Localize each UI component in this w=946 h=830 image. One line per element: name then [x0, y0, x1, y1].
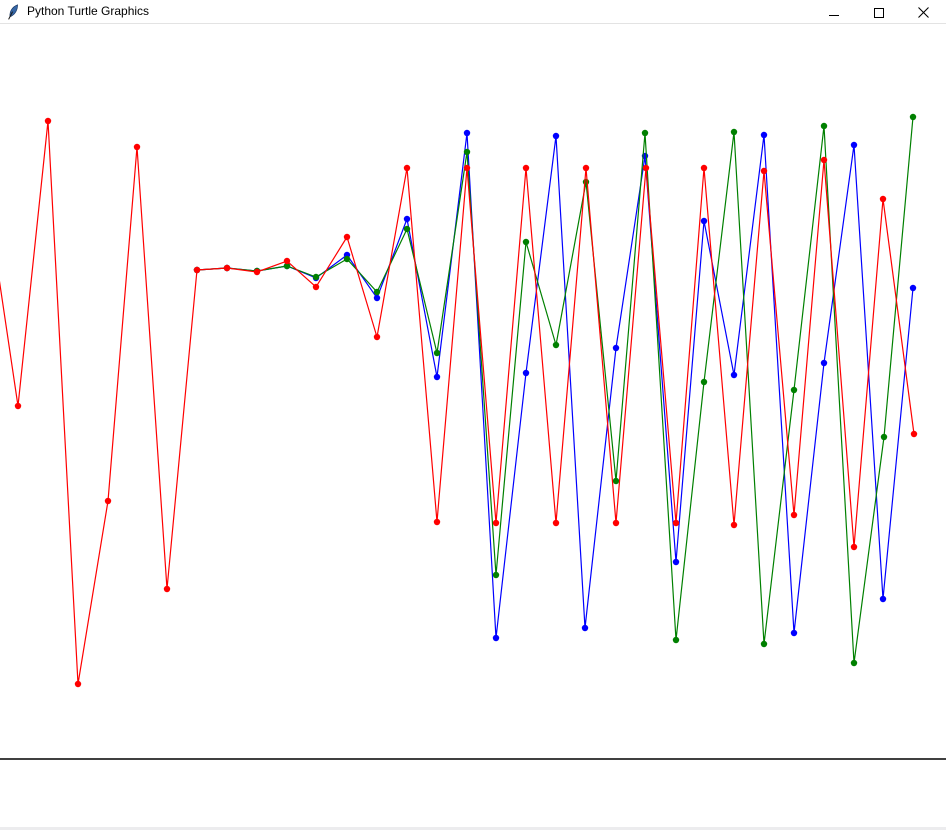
- red-data-point: [643, 165, 649, 171]
- close-button[interactable]: [901, 0, 946, 23]
- red-data-point: [313, 284, 319, 290]
- red-data-point: [791, 512, 797, 518]
- green-data-point: [553, 342, 559, 348]
- blue-data-point: [493, 635, 499, 641]
- blue-data-point: [582, 625, 588, 631]
- green-data-point: [761, 641, 767, 647]
- blue-data-point: [821, 360, 827, 366]
- blue-series-line: [197, 133, 913, 638]
- green-data-point: [910, 114, 916, 120]
- red-data-point: [523, 165, 529, 171]
- green-series-line: [197, 117, 913, 663]
- green-data-point: [673, 637, 679, 643]
- blue-data-point: [731, 372, 737, 378]
- window-title: Python Turtle Graphics: [27, 0, 149, 23]
- green-data-point: [791, 387, 797, 393]
- green-data-point: [374, 289, 380, 295]
- red-data-point: [105, 498, 111, 504]
- red-data-point: [15, 403, 21, 409]
- green-data-point: [701, 379, 707, 385]
- red-data-point: [731, 522, 737, 528]
- red-data-point: [404, 165, 410, 171]
- green-data-point: [731, 129, 737, 135]
- red-data-point: [374, 334, 380, 340]
- red-data-point: [673, 520, 679, 526]
- red-data-point: [75, 681, 81, 687]
- red-data-point: [613, 520, 619, 526]
- red-data-point: [880, 196, 886, 202]
- blue-data-point: [701, 218, 707, 224]
- green-data-point: [583, 179, 589, 185]
- green-data-point: [434, 350, 440, 356]
- red-data-point: [701, 165, 707, 171]
- red-data-point: [464, 165, 470, 171]
- red-data-point: [583, 165, 589, 171]
- blue-data-point: [464, 130, 470, 136]
- blue-data-point: [880, 596, 886, 602]
- blue-data-point: [374, 295, 380, 301]
- green-data-point: [851, 660, 857, 666]
- blue-data-point: [613, 345, 619, 351]
- blue-data-point: [434, 374, 440, 380]
- red-data-point: [911, 431, 917, 437]
- blue-data-point: [910, 285, 916, 291]
- green-data-point: [642, 130, 648, 136]
- minimize-icon: [829, 15, 839, 16]
- green-data-point: [344, 256, 350, 262]
- blue-data-point: [404, 216, 410, 222]
- blue-data-point: [761, 132, 767, 138]
- red-data-point: [344, 234, 350, 240]
- blue-data-point: [791, 630, 797, 636]
- red-data-point: [134, 144, 140, 150]
- title-bar: Python Turtle Graphics: [0, 0, 946, 24]
- green-data-point: [523, 239, 529, 245]
- red-data-point: [194, 267, 200, 273]
- red-data-point: [821, 157, 827, 163]
- red-data-point: [553, 520, 559, 526]
- minimize-button[interactable]: [811, 0, 856, 23]
- red-data-point: [254, 269, 260, 275]
- red-data-point: [284, 258, 290, 264]
- close-icon: [918, 7, 929, 18]
- blue-data-point: [673, 559, 679, 565]
- green-data-point: [313, 274, 319, 280]
- green-data-point: [464, 149, 470, 155]
- window-controls: [811, 0, 946, 23]
- blue-data-point: [851, 142, 857, 148]
- blue-data-point: [523, 370, 529, 376]
- green-data-point: [881, 434, 887, 440]
- green-data-point: [493, 572, 499, 578]
- red-data-point: [45, 118, 51, 124]
- green-data-point: [613, 478, 619, 484]
- red-data-point: [851, 544, 857, 550]
- red-series-line: [0, 121, 914, 684]
- tk-feather-icon: [6, 4, 20, 20]
- red-data-point: [224, 265, 230, 271]
- red-data-point: [493, 520, 499, 526]
- green-data-point: [821, 123, 827, 129]
- green-data-point: [404, 226, 410, 232]
- turtle-graphics-window: Python Turtle Graphics: [0, 0, 946, 830]
- red-data-point: [164, 586, 170, 592]
- blue-data-point: [553, 133, 559, 139]
- turtle-canvas: [0, 24, 946, 830]
- maximize-icon: [874, 8, 884, 18]
- red-data-point: [761, 168, 767, 174]
- maximize-button[interactable]: [856, 0, 901, 23]
- red-data-point: [434, 519, 440, 525]
